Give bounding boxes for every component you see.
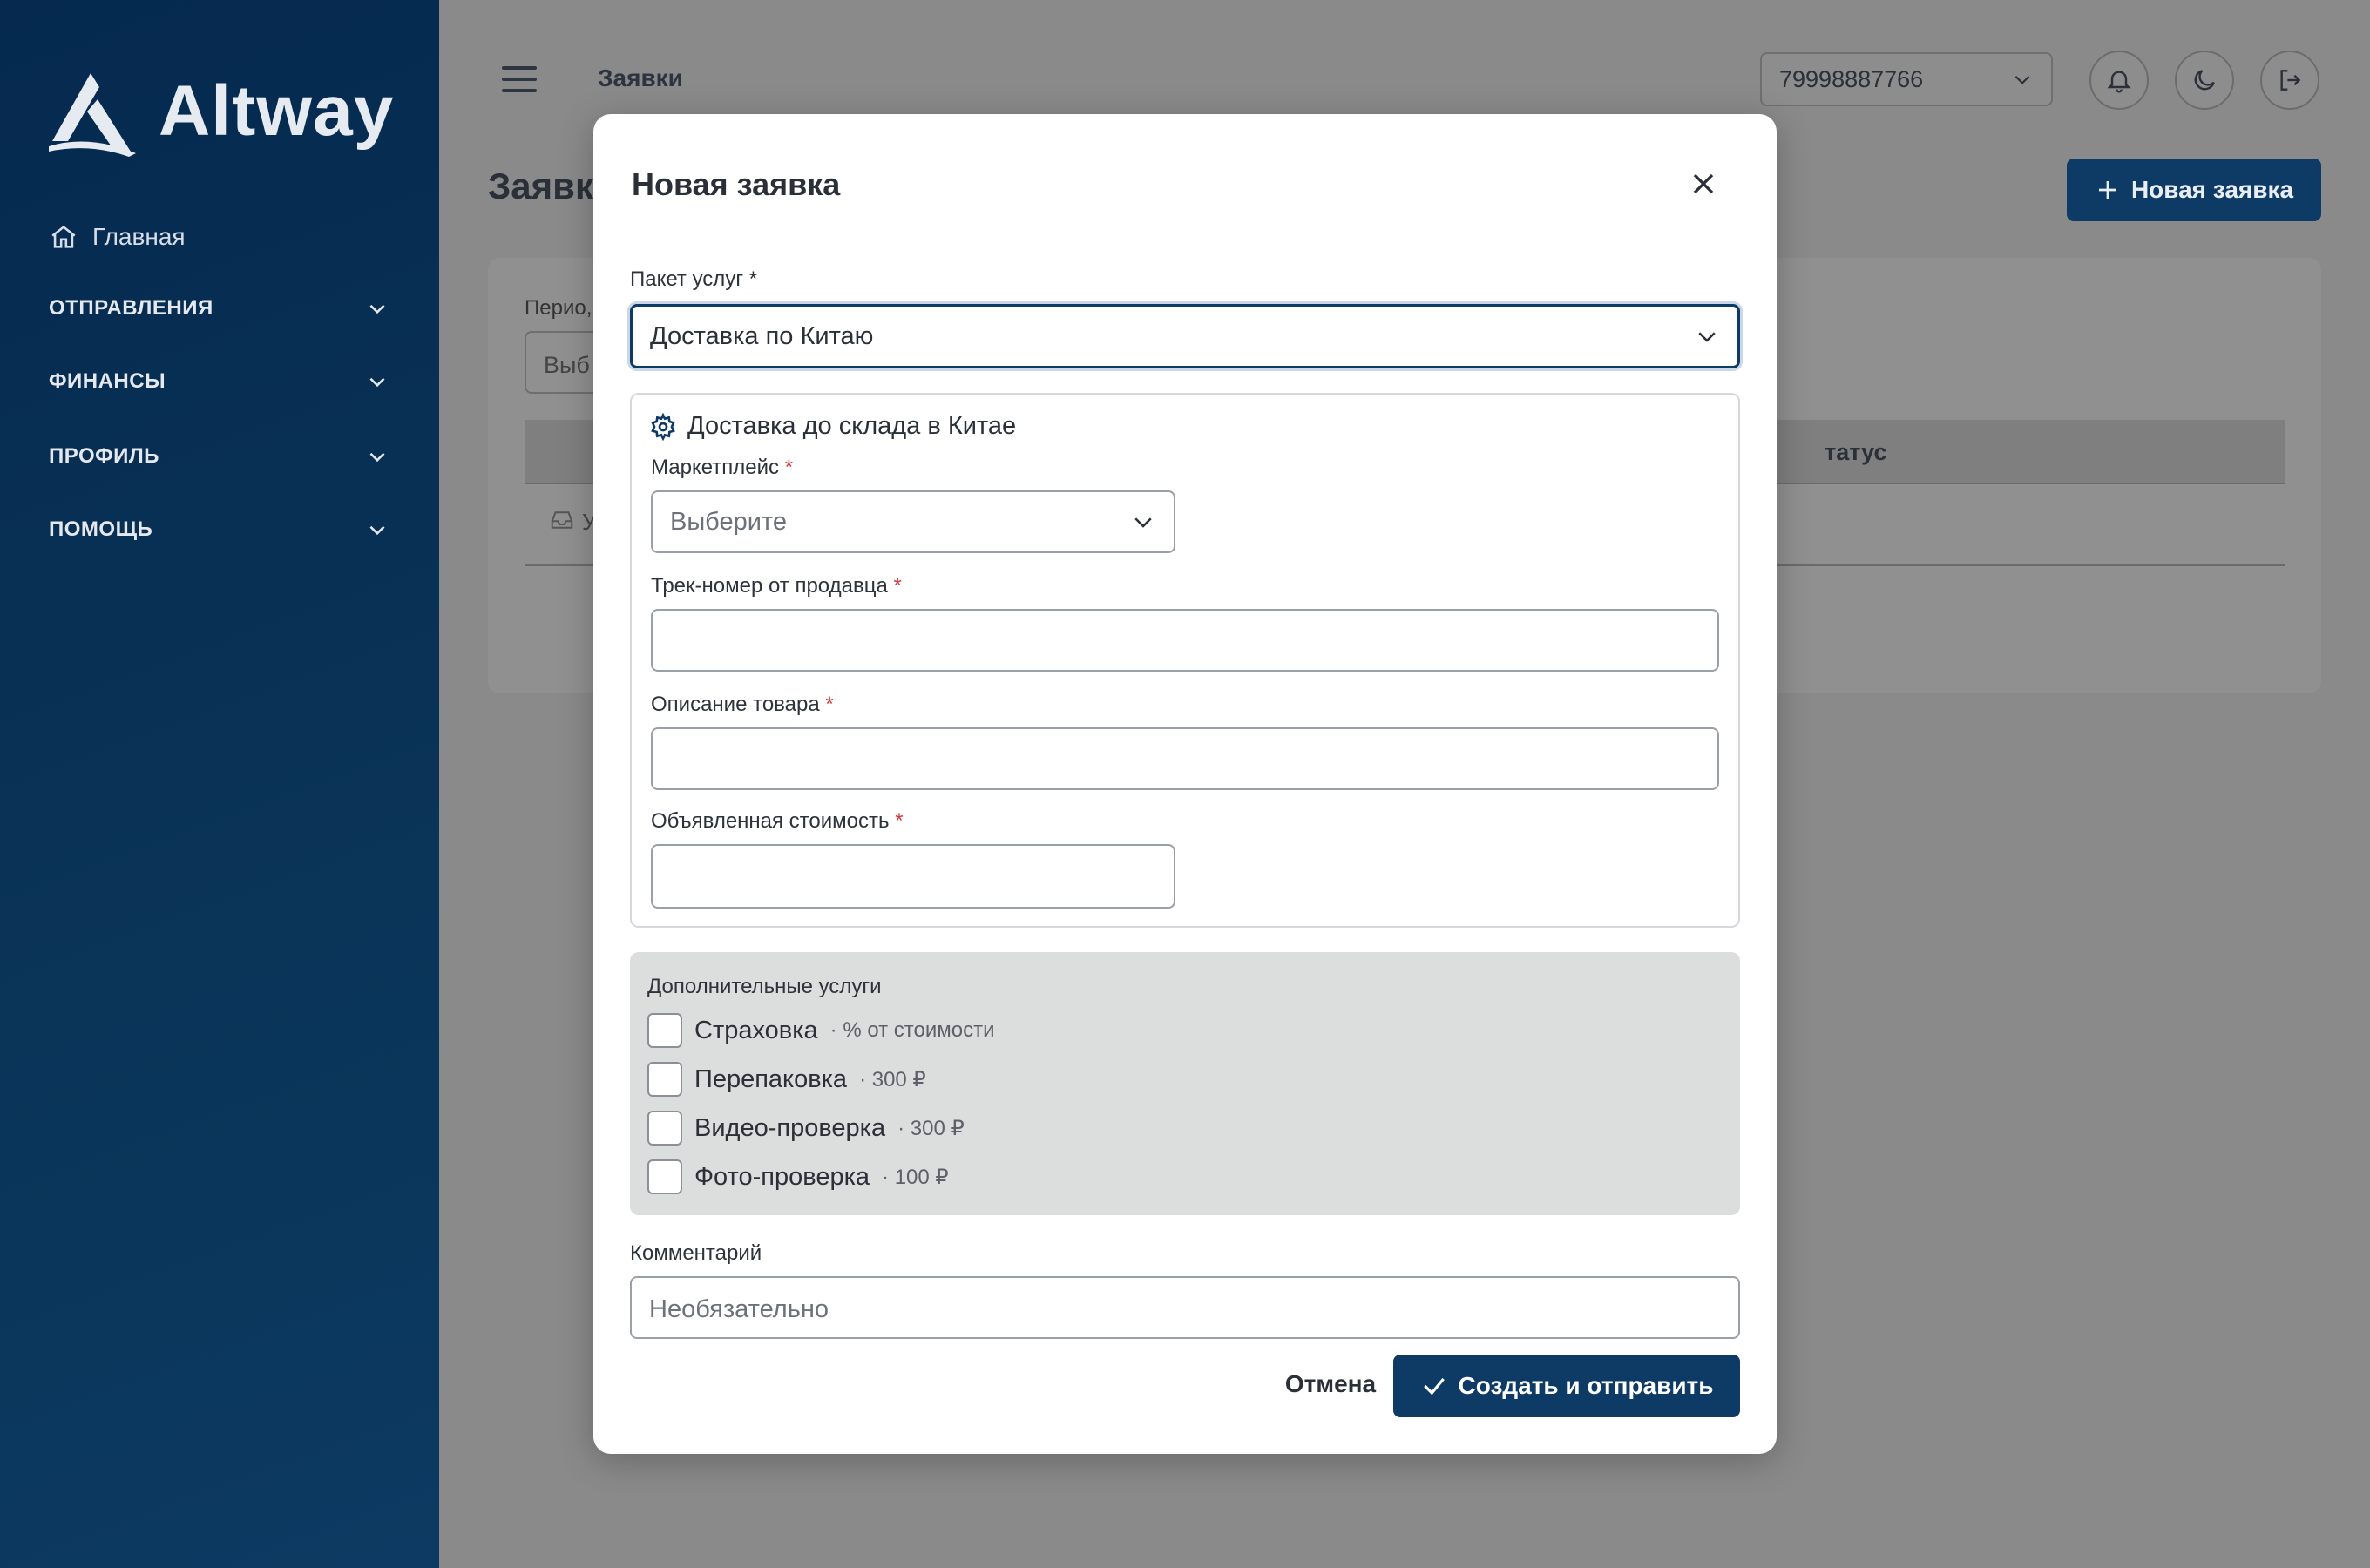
- logo-text: Altway: [159, 71, 395, 151]
- sidebar: Altway Главная ОТПРАВЛЕНИЯ ФИНАНСЫ ПРОФИ…: [0, 0, 439, 1568]
- menu-icon[interactable]: [502, 66, 537, 92]
- extra-services-section: Дополнительные услуги Страховка · % от с…: [630, 952, 1740, 1215]
- sidebar-group-label: ОТПРАВЛЕНИЯ: [49, 296, 213, 320]
- notifications-button[interactable]: [2089, 51, 2149, 110]
- period-label: Перио,: [525, 296, 592, 320]
- track-number-input[interactable]: [651, 609, 1719, 672]
- new-request-button[interactable]: Новая заявка: [2067, 159, 2321, 221]
- logo[interactable]: Altway: [45, 66, 394, 157]
- logout-button[interactable]: [2260, 51, 2319, 110]
- theme-toggle-button[interactable]: [2175, 51, 2234, 110]
- home-icon: [51, 226, 76, 248]
- package-label: Пакет услуг *: [630, 267, 758, 291]
- sidebar-group-label: ПОМОЩЬ: [49, 517, 153, 541]
- breadcrumb: Заявки: [598, 64, 683, 91]
- chevron-down-icon: [369, 452, 385, 463]
- moon-icon: [2194, 70, 2215, 91]
- sidebar-item-home-label: Главная: [92, 223, 186, 250]
- chevron-down-icon: [369, 525, 385, 536]
- required-mark: *: [825, 693, 834, 716]
- bell-icon: [2107, 71, 2131, 93]
- chevron-down-icon: [2014, 75, 2030, 84]
- extra-price: · % от стоимости: [830, 1018, 995, 1042]
- track-label-text: Трек-номер от продавца: [651, 574, 888, 598]
- extra-price: · 300 ₽: [897, 1116, 965, 1140]
- account-select[interactable]: 79998887766: [1760, 52, 2053, 106]
- sidebar-group-help[interactable]: ПОМОЩЬ: [49, 517, 389, 542]
- sidebar-group-shipments[interactable]: ОТПРАВЛЕНИЯ: [49, 296, 389, 321]
- sidebar-item-home[interactable]: Главная: [49, 222, 186, 252]
- marketplace-label-text: Маркетплейс: [651, 456, 780, 479]
- checkbox[interactable]: [647, 1111, 682, 1146]
- logout-icon: [2280, 70, 2301, 91]
- inbox-icon: [551, 511, 573, 529]
- extra-label: Страховка: [694, 1016, 818, 1044]
- section-title: Доставка до склада в Китае: [687, 412, 1017, 440]
- extra-photo-check[interactable]: Фото-проверка · 100 ₽: [647, 1159, 949, 1194]
- sidebar-group-finance[interactable]: ФИНАНСЫ: [49, 369, 389, 394]
- checkbox[interactable]: [647, 1062, 682, 1097]
- required-mark: *: [784, 456, 794, 479]
- declared-value-label-text: Объявленная стоимость: [651, 809, 890, 833]
- new-request-button-label: Новая заявка: [2130, 176, 2294, 203]
- marketplace-select-placeholder: Выберите: [670, 507, 788, 536]
- extra-insurance[interactable]: Страховка · % от стоимости: [647, 1013, 995, 1048]
- declared-value-label: Объявленная стоимость *: [651, 809, 904, 834]
- logo-mark-icon: [49, 73, 136, 157]
- comment-input[interactable]: Необязательно: [630, 1276, 1740, 1339]
- marketplace-select[interactable]: Выберите: [651, 490, 1175, 553]
- new-request-modal: Новая заявка Пакет услуг * Доставка по К…: [593, 114, 1777, 1454]
- extra-price: · 300 ₽: [859, 1067, 926, 1092]
- cancel-button[interactable]: Отмена: [1252, 1353, 1409, 1416]
- description-input[interactable]: [651, 727, 1719, 790]
- comment-label: Комментарий: [630, 1241, 762, 1265]
- checkbox[interactable]: [647, 1159, 682, 1194]
- extras-title: Дополнительные услуги: [647, 975, 882, 998]
- declared-value-input[interactable]: [651, 844, 1175, 909]
- plus-icon: [2098, 181, 2116, 199]
- package-select[interactable]: Доставка по Китаю: [630, 304, 1740, 368]
- page-title: Заявк: [488, 166, 594, 206]
- extra-repacking[interactable]: Перепаковка · 300 ₽: [647, 1062, 926, 1097]
- required-mark: *: [895, 809, 904, 833]
- submit-button-label: Создать и отправить: [1458, 1372, 1714, 1399]
- sidebar-group-label: ПРОФИЛЬ: [49, 444, 159, 468]
- check-icon: [1423, 1377, 1445, 1396]
- description-label: Описание товара *: [651, 693, 834, 717]
- gear-icon: [651, 412, 675, 441]
- close-icon[interactable]: [1686, 166, 1721, 201]
- chevron-down-icon: [369, 304, 385, 314]
- checkbox[interactable]: [647, 1013, 682, 1048]
- package-select-value: Доставка по Китаю: [650, 321, 874, 350]
- section-header: Доставка до склада в Китае: [649, 412, 1016, 441]
- required-mark: *: [893, 574, 902, 598]
- extra-video-check[interactable]: Видео-проверка · 300 ₽: [647, 1111, 965, 1146]
- sidebar-group-profile[interactable]: ПРОФИЛЬ: [49, 444, 389, 469]
- marketplace-label: Маркетплейс *: [651, 456, 793, 480]
- chevron-down-icon: [1134, 517, 1152, 528]
- chevron-down-icon: [1698, 332, 1716, 342]
- extra-label: Видео-проверка: [694, 1113, 886, 1142]
- extra-price: · 100 ₽: [882, 1165, 949, 1189]
- modal-title: Новая заявка: [632, 166, 841, 202]
- track-label: Трек-номер от продавца *: [651, 574, 902, 598]
- extra-label: Фото-проверка: [694, 1162, 870, 1191]
- submit-button[interactable]: Создать и отправить: [1393, 1355, 1740, 1417]
- chevron-down-icon: [369, 377, 385, 388]
- account-select-value: 79998887766: [1779, 65, 1924, 92]
- description-label-text: Описание товара: [651, 693, 820, 716]
- sidebar-group-label: ФИНАНСЫ: [49, 369, 166, 393]
- shipment-details-section: Доставка до склада в Китае Маркетплейс *…: [630, 393, 1740, 928]
- status-column-header: татус: [1825, 439, 1887, 465]
- extra-label: Перепаковка: [694, 1064, 848, 1093]
